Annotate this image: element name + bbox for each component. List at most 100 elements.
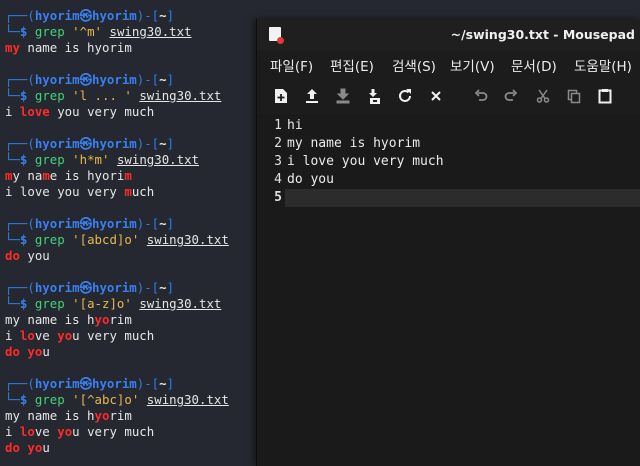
text-editor-area[interactable]: 1 hi 2 my name is hyorim 3 i love you ve…: [257, 114, 640, 466]
match-highlight: m: [42, 168, 50, 183]
save-as-icon[interactable]: [364, 86, 384, 106]
menu-view[interactable]: 보기(V): [450, 55, 495, 75]
match-highlight: m: [124, 168, 132, 183]
copy-icon[interactable]: [564, 86, 584, 106]
prompt-frame: )-[: [136, 72, 160, 87]
open-file-icon[interactable]: [302, 86, 322, 106]
cut-icon[interactable]: [533, 86, 553, 106]
prompt-frame: )-[: [136, 136, 160, 151]
output-text: e is hyori: [49, 168, 125, 183]
command-line: └─$ grep '^m' swing30.txt: [5, 24, 192, 40]
command-filename: swing30.txt: [146, 392, 229, 407]
editor-line[interactable]: i love you very much: [287, 153, 444, 171]
reload-icon[interactable]: [395, 86, 415, 106]
prompt-host: hyorim: [92, 72, 137, 87]
prompt-header-line: ┌──(hyorim㉿hyorim)-[~]: [5, 8, 174, 24]
output-line: my name is hyorim: [5, 40, 132, 56]
output-line: i love you very much: [5, 328, 154, 344]
prompt-user: hyorim: [34, 216, 80, 231]
prompt-frame: )-[: [136, 376, 160, 391]
menu-help[interactable]: 도움말(H): [574, 55, 632, 75]
prompt-separator: ㉿: [79, 8, 92, 23]
prompt-user: hyorim: [34, 136, 80, 151]
menu-search[interactable]: 검색(S): [392, 55, 436, 75]
command-line: └─$ grep '[abcd]o' swing30.txt: [5, 232, 229, 248]
prompt-frame: )-[: [136, 216, 160, 231]
editor-line[interactable]: do you: [287, 171, 334, 189]
save-icon[interactable]: [333, 86, 353, 106]
output-line: do you: [5, 248, 50, 264]
prompt-header-line: ┌──(hyorim㉿hyorim)-[~]: [5, 136, 174, 152]
prompt-header-line: ┌──(hyorim㉿hyorim)-[~]: [5, 216, 174, 232]
prompt-symbol: $: [19, 392, 28, 407]
output-text: rim: [109, 312, 132, 327]
prompt-frame: └─: [5, 24, 20, 39]
prompt-host: hyorim: [92, 8, 137, 23]
output-line: do you: [5, 344, 50, 360]
output-text: you: [19, 248, 50, 263]
prompt-frame: ┌──(: [5, 280, 35, 295]
prompt-frame: ┌──(: [5, 216, 35, 231]
prompt-symbol: $: [19, 232, 28, 247]
prompt-directory: ~: [159, 376, 167, 391]
output-line: do you: [5, 440, 50, 456]
prompt-host: hyorim: [92, 136, 137, 151]
command-filename: swing30.txt: [146, 232, 229, 247]
mousepad-window[interactable]: ~/swing30.txt - Mousepad 파일(F) 편집(E) 검색(…: [256, 19, 640, 466]
title-bar[interactable]: ~/swing30.txt - Mousepad: [257, 19, 640, 51]
prompt-directory: ~: [159, 216, 167, 231]
redo-icon[interactable]: [501, 86, 521, 106]
match-highlight: yo: [27, 440, 43, 455]
prompt-header-line: ┌──(hyorim㉿hyorim)-[~]: [5, 376, 174, 392]
editor-line[interactable]: hi: [287, 117, 303, 135]
command-name: grep: [34, 88, 65, 103]
prompt-user: hyorim: [34, 8, 80, 23]
prompt-frame: ┌──(: [5, 136, 35, 151]
output-text: name is hyorim: [19, 40, 132, 55]
output-text: i: [5, 328, 20, 343]
prompt-symbol: $: [19, 88, 28, 103]
command-pattern: 'h*m': [72, 152, 110, 167]
command-pattern: '[a-z]o': [72, 296, 132, 311]
prompt-separator: ㉿: [79, 216, 92, 231]
prompt-host: hyorim: [92, 280, 137, 295]
prompt-frame: └─: [5, 296, 20, 311]
prompt-frame: ]: [166, 8, 175, 23]
paste-icon[interactable]: [595, 86, 615, 106]
prompt-frame: ┌──(: [5, 376, 35, 391]
match-highlight: lo: [19, 328, 35, 343]
match-highlight: yo: [94, 312, 110, 327]
prompt-frame: └─: [5, 88, 20, 103]
menu-edit[interactable]: 편집(E): [330, 55, 374, 75]
menu-bar: 파일(F) 편집(E) 검색(S) 보기(V) 문서(D) 도움말(H): [257, 51, 640, 77]
match-highlight: my: [5, 40, 20, 55]
prompt-frame: )-[: [136, 280, 160, 295]
output-text: my name is h: [5, 408, 95, 423]
output-text: i love you very: [5, 184, 125, 199]
prompt-user: hyorim: [34, 72, 80, 87]
command-pattern: 'l ... ': [72, 88, 132, 103]
menu-file[interactable]: 파일(F): [270, 55, 313, 75]
editor-line[interactable]: my name is hyorim: [287, 135, 420, 153]
command-filename: swing30.txt: [116, 152, 200, 167]
command-filename: swing30.txt: [109, 24, 192, 39]
current-line-highlight: [285, 189, 640, 207]
menu-document[interactable]: 문서(D): [511, 55, 557, 75]
line-number: 4: [274, 172, 282, 187]
prompt-directory: ~: [159, 8, 167, 23]
close-icon[interactable]: [426, 86, 446, 106]
prompt-frame: ]: [166, 280, 175, 295]
prompt-frame: )-[: [136, 8, 160, 23]
command-line: └─$ grep '[^abc]o' swing30.txt: [5, 392, 229, 408]
prompt-header-line: ┌──(hyorim㉿hyorim)-[~]: [5, 280, 174, 296]
window-title: ~/swing30.txt - Mousepad: [450, 27, 635, 42]
command-name: grep: [34, 24, 65, 39]
match-highlight: m: [124, 184, 132, 199]
output-line: i love you very much: [5, 424, 154, 440]
new-document-icon[interactable]: [271, 86, 291, 106]
command-line: └─$ grep 'l ... ' swing30.txt: [5, 88, 221, 104]
undo-icon[interactable]: [471, 86, 491, 106]
prompt-directory: ~: [159, 136, 167, 151]
match-highlight: yo: [57, 328, 73, 343]
output-line: my name is hyorim: [5, 312, 132, 328]
